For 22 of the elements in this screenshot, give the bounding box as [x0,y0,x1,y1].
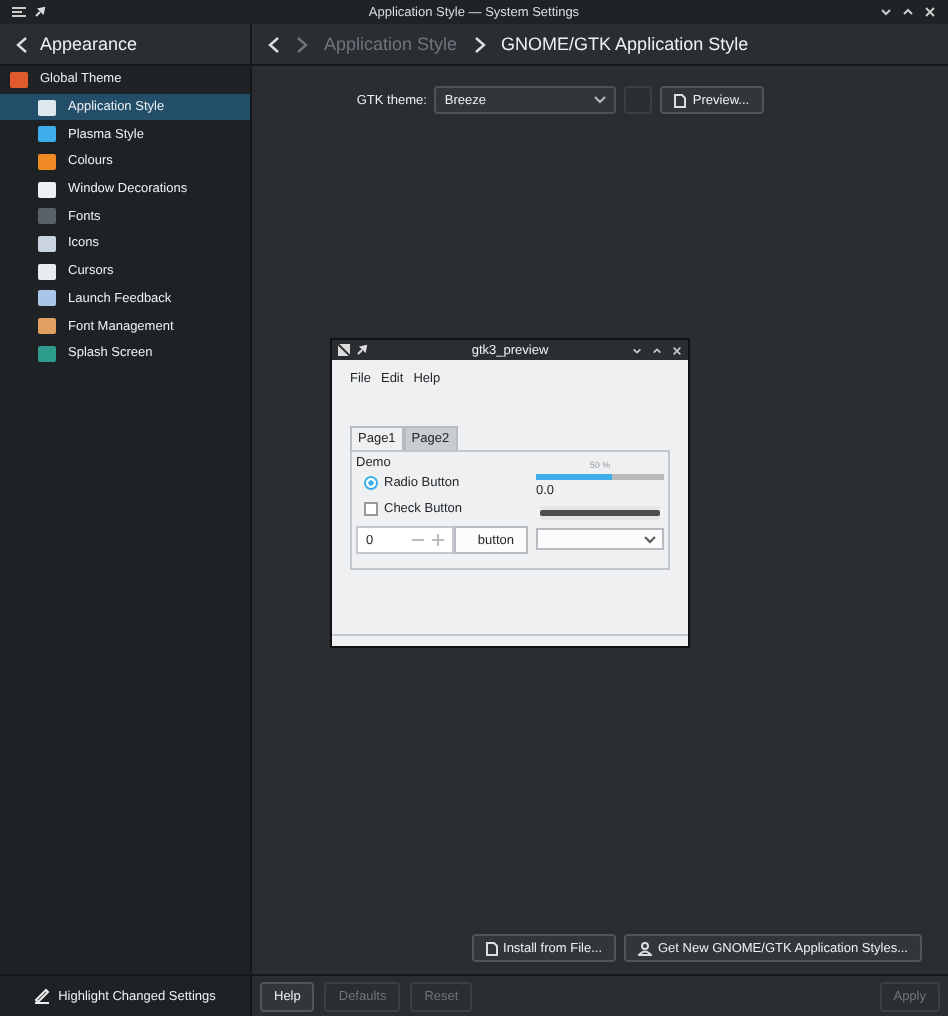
back-button[interactable]: Appearance [40,34,138,54]
maximize-icon[interactable] [902,6,914,18]
checkbox[interactable] [364,502,378,516]
radio-button[interactable] [364,476,378,490]
minimize-icon[interactable] [880,6,892,18]
app-menu-icon[interactable] [12,6,26,18]
caret-icon [594,96,607,104]
close-icon[interactable] [924,6,936,18]
minimize-icon[interactable] [632,345,642,355]
document-icon [674,93,687,107]
close-icon[interactable] [672,345,682,355]
person-icon [638,941,652,955]
caret-icon [644,535,656,543]
slider-track[interactable] [540,506,660,520]
back-icon[interactable] [16,35,28,53]
pen-icon [34,988,51,1004]
page-title: GNOME/GTK Application Style [501,34,749,54]
document-icon [485,941,498,955]
back-icon[interactable] [268,35,280,53]
maximize-icon[interactable] [652,345,662,355]
pin-icon[interactable] [34,6,46,18]
pin-icon[interactable] [356,344,368,356]
